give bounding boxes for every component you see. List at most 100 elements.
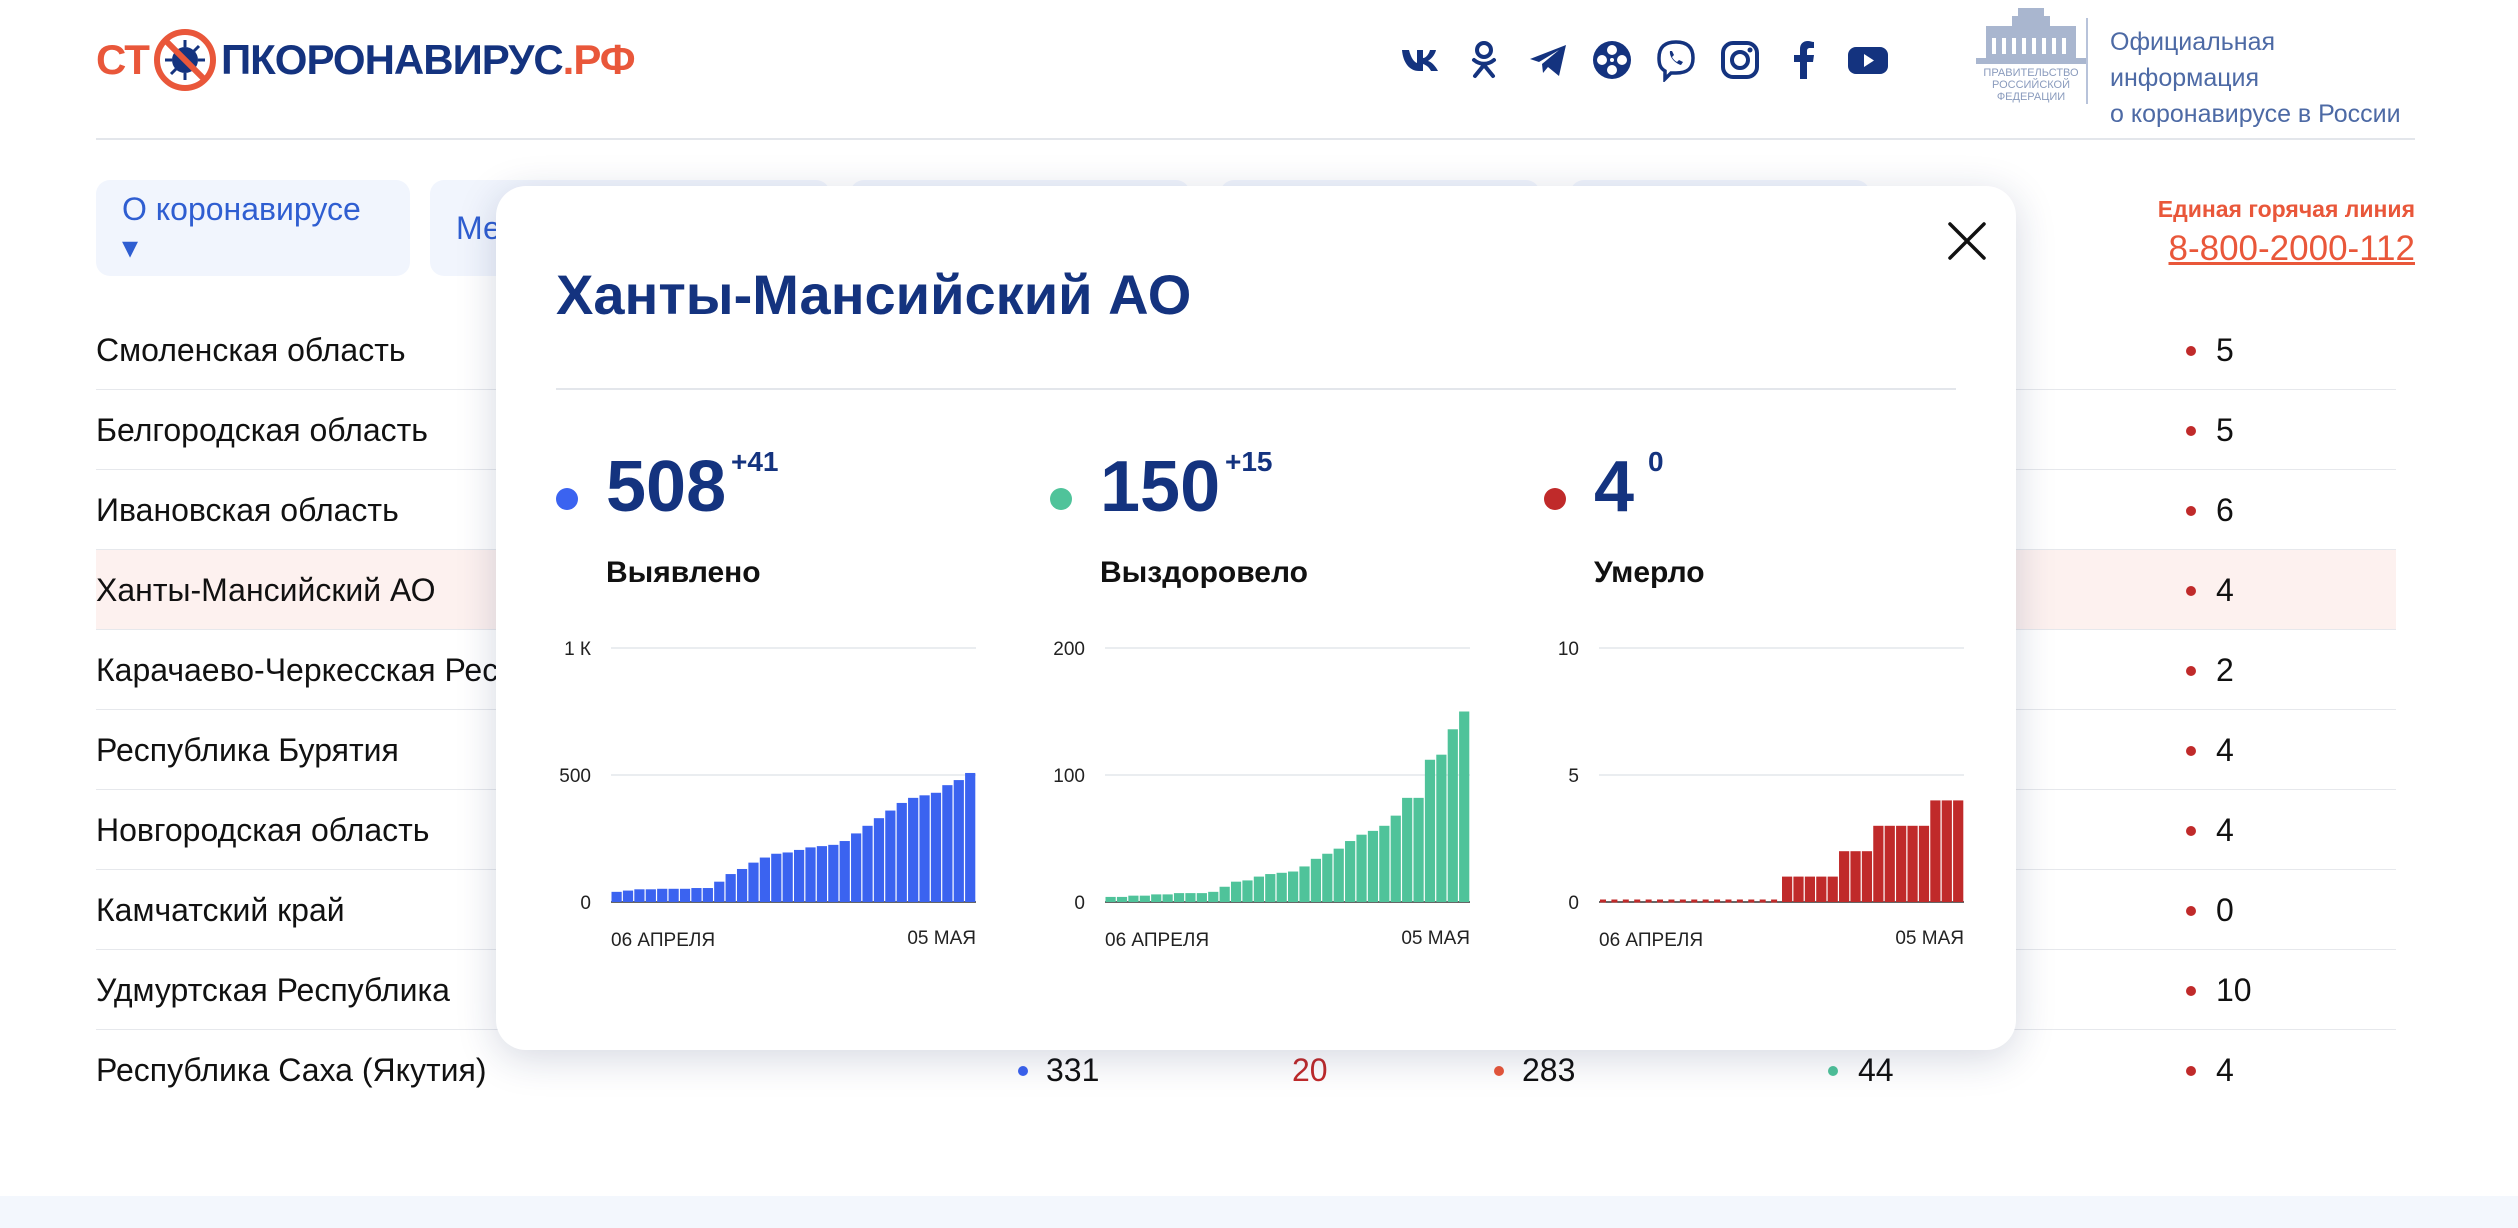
telegram-link[interactable] bbox=[1516, 28, 1580, 92]
bar bbox=[1322, 853, 1333, 902]
x-tick-label: 06 АПРЕЛЯ bbox=[1105, 930, 1209, 951]
hotline-number[interactable]: 8-800-2000-112 bbox=[2158, 229, 2416, 269]
region-name: Белгородская область bbox=[96, 412, 428, 448]
bar bbox=[1930, 800, 1941, 902]
bar bbox=[702, 888, 713, 902]
instagram-icon bbox=[1721, 41, 1759, 79]
film-reel-icon bbox=[1593, 41, 1631, 79]
official-info-link[interactable]: Официальная информация о коронавирусе в … bbox=[2110, 24, 2415, 132]
instagram-link[interactable] bbox=[1708, 28, 1772, 92]
bar bbox=[930, 792, 942, 902]
bar bbox=[1390, 815, 1401, 902]
bar bbox=[611, 891, 622, 902]
vk-link[interactable] bbox=[1388, 28, 1452, 92]
deaths-dot bbox=[2186, 746, 2196, 756]
bar bbox=[1219, 886, 1230, 902]
bar bbox=[1918, 825, 1930, 902]
deaths-value: 2 bbox=[2216, 652, 2234, 688]
site-logo[interactable]: СТ ПКОРОНАВИРУС .РФ bbox=[96, 20, 636, 100]
bar bbox=[862, 825, 873, 902]
region-name: Ханты-Мансийский АО bbox=[96, 572, 436, 608]
hotline: Единая горячая линия 8-800-2000-112 bbox=[2158, 196, 2415, 269]
cases-legend-dot bbox=[556, 488, 578, 510]
bar bbox=[679, 888, 691, 902]
odnoklassniki-link[interactable] bbox=[1452, 28, 1516, 92]
deaths-value: 4 bbox=[2216, 1052, 2234, 1088]
bar bbox=[1208, 891, 1219, 902]
stat-deaths: 4 0 Умерло 0 5 10 06 АПРЕЛЯ 05 МАЯ bbox=[1544, 446, 1984, 1006]
bar bbox=[748, 862, 759, 902]
region-name: Ивановская область bbox=[96, 492, 399, 528]
bar bbox=[1310, 858, 1322, 902]
bar bbox=[908, 797, 919, 902]
social-links bbox=[1388, 28, 1900, 92]
header-divider bbox=[2086, 18, 2088, 104]
y-tick-label: 500 bbox=[559, 766, 591, 787]
cases-value: 331 bbox=[1046, 1052, 1100, 1088]
logo-text-koronavirus: ПКОРОНАВИРУС bbox=[220, 36, 564, 83]
deaths-value: 0 bbox=[2216, 892, 2234, 928]
deaths-value: 5 bbox=[2216, 412, 2234, 448]
bar bbox=[782, 852, 793, 902]
bar bbox=[1185, 893, 1196, 902]
bar bbox=[725, 874, 736, 902]
bar bbox=[919, 795, 930, 902]
bar bbox=[828, 844, 839, 902]
deaths-value: 5 bbox=[2216, 332, 2234, 368]
viber-link[interactable] bbox=[1644, 28, 1708, 92]
gov-emblem-line2: РОССИЙСКОЙ bbox=[1992, 78, 2070, 91]
hotline-caption: Единая горячая линия bbox=[2157, 196, 2415, 222]
bar bbox=[1953, 800, 1964, 902]
youtube-icon bbox=[1848, 47, 1888, 74]
deaths-dot bbox=[2186, 346, 2196, 356]
y-tick-label: 5 bbox=[1568, 766, 1579, 787]
bar bbox=[942, 785, 953, 902]
bar bbox=[1356, 834, 1367, 902]
bar bbox=[1413, 797, 1424, 902]
bar bbox=[1196, 893, 1207, 902]
bar bbox=[1896, 825, 1907, 902]
recovered-value: 44 bbox=[1858, 1052, 1894, 1088]
bar bbox=[657, 888, 668, 902]
bar bbox=[1276, 872, 1287, 902]
y-tick-label: 100 bbox=[1053, 766, 1085, 787]
deaths-value: 10 bbox=[2216, 972, 2252, 1008]
film-link[interactable] bbox=[1580, 28, 1644, 92]
x-tick-label: 05 МАЯ bbox=[1895, 928, 1964, 949]
footer-band bbox=[0, 1196, 2518, 1228]
bar bbox=[771, 853, 782, 902]
bar bbox=[1907, 825, 1918, 902]
nav-about-coronavirus[interactable]: О коронавирусе ▾ bbox=[96, 180, 410, 276]
bar bbox=[1288, 871, 1299, 902]
facebook-icon bbox=[1794, 41, 1814, 79]
deaths-value: 4 bbox=[2216, 572, 2234, 608]
bar bbox=[873, 818, 885, 902]
virus-logo-icon bbox=[153, 29, 216, 91]
deaths-dot bbox=[2186, 826, 2196, 836]
x-tick-label: 06 АПРЕЛЯ bbox=[611, 930, 715, 951]
bar bbox=[1105, 896, 1116, 902]
modal-title: Ханты-Мансийский АО bbox=[556, 263, 1192, 326]
bar bbox=[714, 881, 725, 902]
bar bbox=[1402, 797, 1413, 902]
bar bbox=[1850, 851, 1861, 902]
bar bbox=[1242, 880, 1253, 902]
deaths-dot bbox=[2186, 506, 2196, 516]
bar bbox=[1447, 729, 1458, 902]
bar bbox=[1941, 800, 1952, 902]
youtube-link[interactable] bbox=[1836, 28, 1900, 92]
deaths-dot bbox=[2186, 586, 2196, 596]
close-icon[interactable] bbox=[1942, 216, 1992, 266]
x-tick-label: 06 АПРЕЛЯ bbox=[1599, 930, 1703, 951]
bar bbox=[1861, 851, 1873, 902]
y-tick-label: 0 bbox=[580, 893, 591, 914]
bar bbox=[759, 857, 770, 902]
telegram-icon bbox=[1530, 45, 1566, 76]
bar bbox=[1827, 876, 1838, 902]
bar bbox=[1253, 876, 1264, 902]
facebook-link[interactable] bbox=[1772, 28, 1836, 92]
bar bbox=[691, 888, 702, 902]
bar bbox=[1173, 893, 1185, 902]
deaths-value: 4 bbox=[2216, 732, 2234, 768]
stat-delta: +41 bbox=[731, 446, 779, 477]
